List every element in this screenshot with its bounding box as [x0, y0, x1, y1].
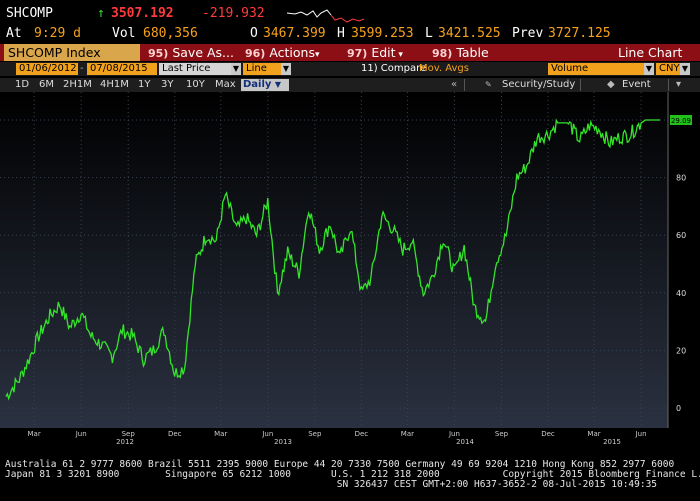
y-tick-label: 20 — [676, 346, 686, 355]
edit-menu[interactable]: 97) Edit ▾ — [347, 44, 403, 61]
x-axis: Mar Jun Sep Dec Mar Jun Sep Dec Mar Jun Sep Dec Mar J… — [28, 430, 647, 446]
ticker-symbol: SHCOMP — [6, 6, 53, 21]
at-label: At — [6, 26, 22, 41]
x-tick-label: Sep — [122, 430, 136, 438]
x-tick-label: Dec — [355, 430, 369, 438]
quote-time: 9:29 d — [34, 26, 81, 41]
y-tick-label: 0 — [676, 404, 681, 413]
edit-number: 97) — [347, 47, 368, 60]
security-field[interactable]: SHCOMP Index — [4, 44, 140, 61]
dropdown-caret-icon: ▾ — [315, 50, 320, 60]
divider — [464, 79, 465, 91]
menu-bar: SHCOMP Index 95) Save As... 96) Actions▾… — [0, 44, 700, 61]
high-value: 3599.253 — [351, 26, 414, 41]
x-tick-label: Sep — [308, 430, 322, 438]
y-tick-label: 60 — [676, 231, 686, 240]
end-date-field[interactable]: 07/08/2015 — [87, 63, 157, 75]
last-value-label: 29.09 — [670, 115, 692, 125]
actions-number: 96) — [245, 47, 266, 60]
chevron-down-icon[interactable]: ▼ — [680, 63, 690, 75]
footer-line-3: SN 326437 CEST GMT+2:00 H637-3652-2 08-J… — [5, 479, 658, 490]
save-as-button[interactable]: 95) Save As... — [148, 44, 234, 61]
actions-label: Actions — [269, 45, 315, 60]
event-icon[interactable]: ◆ — [605, 79, 617, 91]
chart-type-label[interactable]: Line Chart — [618, 44, 682, 61]
edit-label: Edit — [371, 45, 396, 60]
save-as-number: 95) — [148, 47, 169, 60]
y-tick-label: 40 — [676, 289, 686, 298]
chart-style-select[interactable]: Line — [243, 63, 281, 75]
up-arrow-icon: ↑ — [97, 6, 105, 21]
frequency-select[interactable]: Daily ▼ — [241, 79, 289, 91]
period-2h1m[interactable]: 2H1M — [61, 79, 94, 91]
period-3y[interactable]: 3Y — [159, 79, 175, 91]
currency-select[interactable]: CNY — [656, 63, 680, 75]
net-change: -219.932 — [202, 6, 265, 21]
save-as-label: Save As... — [172, 45, 234, 60]
divider — [580, 79, 581, 91]
y-tick-label: 80 — [676, 174, 686, 183]
chevron-down-icon[interactable]: ▾ — [674, 79, 683, 91]
x-tick-label: Mar — [401, 430, 414, 438]
last-price: 3507.192 — [111, 6, 174, 21]
x-tick-label: Sep — [495, 430, 509, 438]
scroll-left-icon[interactable]: « — [449, 79, 459, 91]
period-1y[interactable]: 1Y — [136, 79, 152, 91]
plot-background — [0, 92, 668, 428]
mov-avgs-button[interactable]: Mov. Avgs — [416, 63, 469, 75]
prev-value: 3727.125 — [548, 26, 611, 41]
period-1d[interactable]: 1D — [13, 79, 31, 91]
x-year-label: 2015 — [603, 438, 621, 446]
period-max[interactable]: Max — [213, 79, 238, 91]
frequency-value: Daily — [243, 79, 272, 90]
period-6m[interactable]: 6M — [37, 79, 56, 91]
settings-bar: 01/06/2012 - 07/08/2015 Last Price ▼ Lin… — [0, 62, 700, 76]
chevron-down-icon[interactable]: ▼ — [281, 63, 291, 75]
actions-menu[interactable]: 96) Actions▾ — [245, 44, 320, 61]
divider — [668, 79, 669, 91]
quote-details: At 9:29 d Vol 680,356 O 3467.399 H 3599.… — [0, 26, 700, 44]
sparkline-icon — [287, 9, 365, 23]
x-year-label: 2013 — [274, 438, 292, 446]
security-study-button[interactable]: Security/Study — [500, 79, 577, 91]
x-tick-label: Jun — [448, 430, 460, 438]
x-year-label: 2012 — [116, 438, 134, 446]
dropdown-caret-icon: ▾ — [395, 50, 403, 60]
quote-header: SHCOMP ↑ 3507.192 -219.932 — [0, 6, 700, 24]
low-value: 3421.525 — [438, 26, 501, 41]
price-field-select[interactable]: Last Price — [159, 63, 231, 75]
period-bar: 1D 6M 2H1M 4H1M 1Y 3Y 10Y Max Daily ▼ « … — [0, 78, 700, 92]
table-label: Table — [456, 45, 489, 60]
x-tick-label: Jun — [75, 430, 87, 438]
x-tick-label: Mar — [214, 430, 227, 438]
x-tick-label: Jun — [261, 430, 273, 438]
chevron-down-icon[interactable]: ▼ — [644, 63, 654, 75]
open-label: O — [250, 26, 258, 41]
start-date-field[interactable]: 01/06/2012 — [16, 63, 78, 75]
table-number: 98) — [432, 47, 453, 60]
x-year-label: 2014 — [456, 438, 474, 446]
pencil-icon[interactable]: ✎ — [483, 79, 494, 91]
volume-select[interactable]: Volume — [548, 63, 644, 75]
low-label: L — [425, 26, 433, 41]
price-chart[interactable]: 020406080100 MarJunSepDecMarJunSepDecMar… — [0, 92, 700, 460]
x-tick-label: Mar — [28, 430, 41, 438]
chevron-down-icon[interactable]: ▼ — [231, 63, 241, 75]
x-tick-label: Dec — [168, 430, 182, 438]
chevron-down-icon: ▼ — [274, 80, 282, 89]
x-tick-label: Dec — [541, 430, 555, 438]
event-button[interactable]: Event — [620, 79, 653, 91]
x-tick-label: Mar — [587, 430, 600, 438]
prev-label: Prev — [512, 26, 544, 41]
period-4h1m[interactable]: 4H1M — [98, 79, 131, 91]
last-value-text: 29.09 — [671, 117, 691, 125]
high-label: H — [337, 26, 345, 41]
volume-value: 680,356 — [143, 26, 198, 41]
period-10y[interactable]: 10Y — [184, 79, 207, 91]
volume-label: Vol — [112, 26, 136, 41]
open-value: 3467.399 — [263, 26, 326, 41]
y-axis: 020406080100 — [667, 92, 691, 428]
x-tick-label: Jun — [635, 430, 647, 438]
table-button[interactable]: 98) Table — [432, 44, 489, 61]
